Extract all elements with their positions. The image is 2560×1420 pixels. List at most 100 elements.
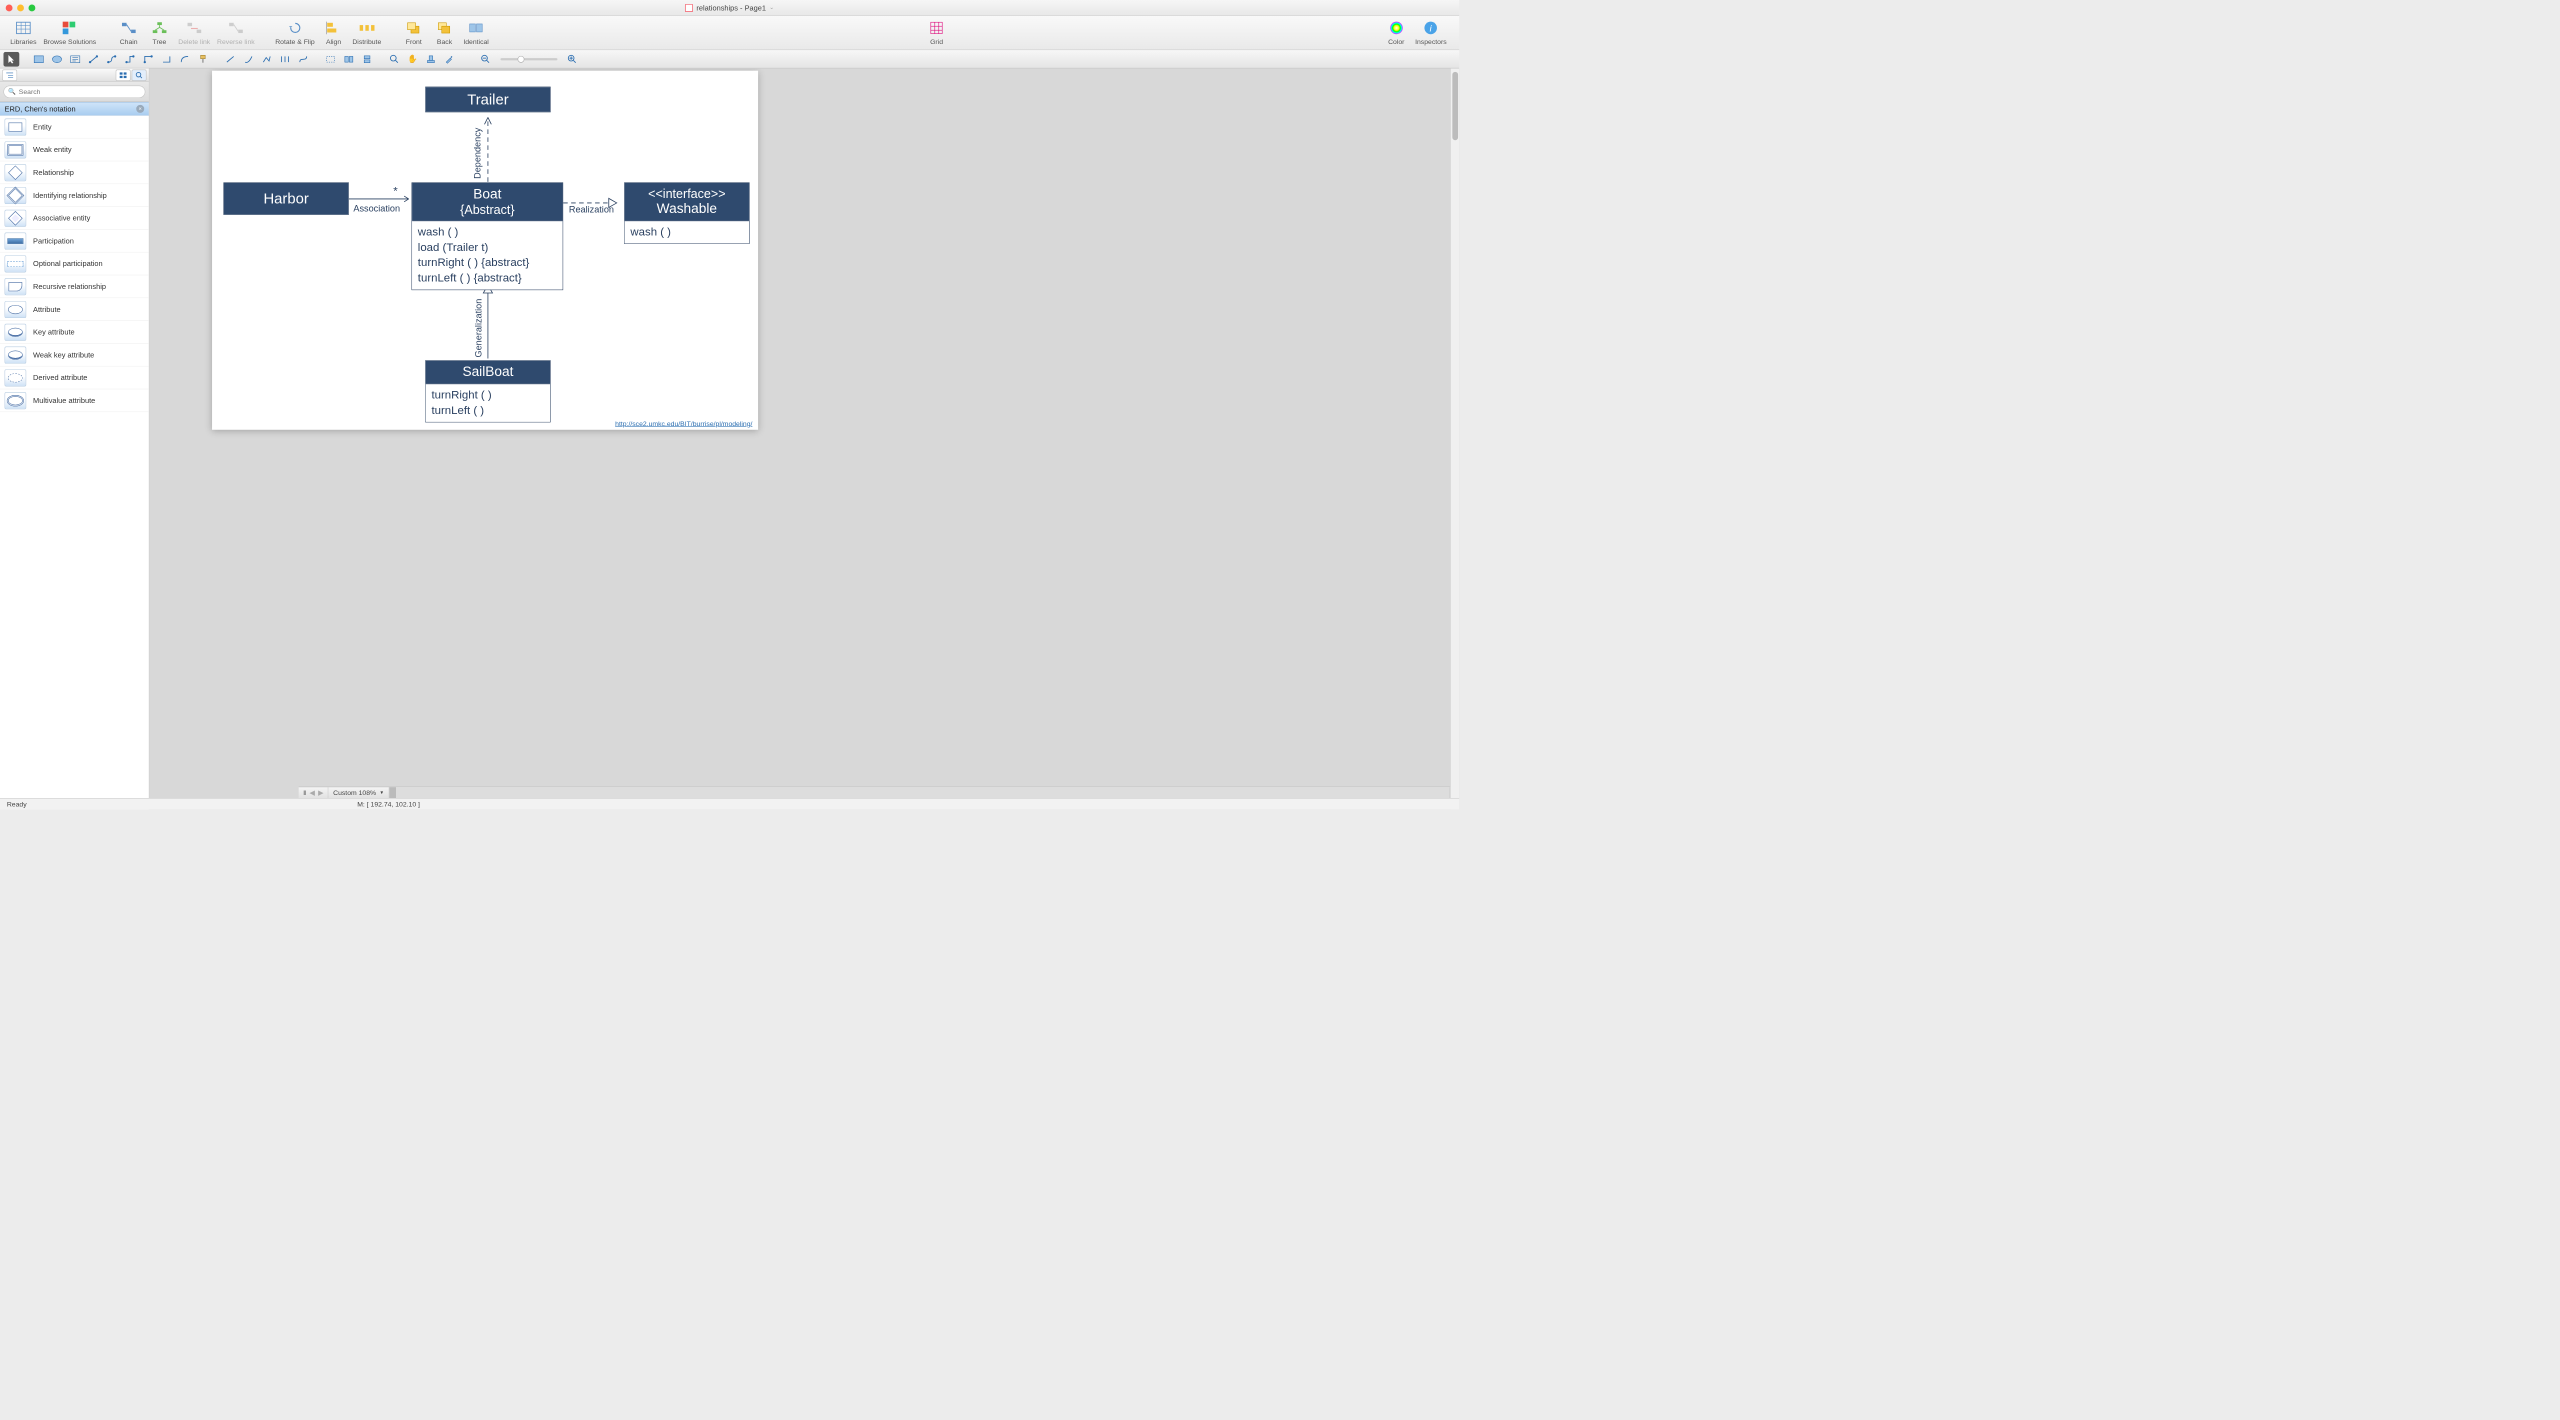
weak-entity-icon [5,141,27,158]
lib-item-relationship[interactable]: Relationship [0,161,149,184]
zoom-tool[interactable] [386,52,402,67]
lib-item-weak-key-attribute[interactable]: Weak key attribute [0,344,149,367]
lib-item-multivalue-attribute[interactable]: Multivalue attribute [0,389,149,412]
color-button[interactable]: Color [1381,19,1412,46]
node-washable[interactable]: <<interface>> Washable wash ( ) [624,182,749,244]
connector-4[interactable] [140,52,156,67]
close-window-button[interactable] [6,4,13,11]
boat-header: Boat {Abstract} [412,183,562,221]
canvas-scroll[interactable]: Trailer Harbor Boat {Abstract} wash ( ) … [149,68,1459,809]
line-tool-2[interactable] [241,52,257,67]
hscroll[interactable] [389,787,1450,798]
text-tool[interactable] [67,52,83,67]
close-library-icon[interactable]: × [136,105,144,113]
lib-item-identifying-relationship[interactable]: Identifying relationship [0,184,149,207]
pointer-tool[interactable] [3,52,19,67]
node-boat[interactable]: Boat {Abstract} wash ( ) load (Trailer t… [412,182,564,290]
paint-tool[interactable] [195,52,211,67]
rotate-flip-button[interactable]: Rotate & Flip [272,19,318,46]
connector-2[interactable] [104,52,120,67]
pan-tool[interactable]: ✋ [405,52,421,67]
participation-icon [5,232,27,249]
connector-5[interactable] [158,52,174,67]
node-sailboat[interactable]: SailBoat turnRight ( ) turnLeft ( ) [425,360,550,422]
line-tool-5[interactable] [295,52,311,67]
grid-icon [928,20,945,35]
sidebar-grid-icon[interactable] [116,69,131,80]
lib-item-weak-entity[interactable]: Weak entity [0,139,149,162]
lib-item-derived-attribute[interactable]: Derived attribute [0,367,149,390]
eyedropper-tool[interactable] [441,52,457,67]
tree-button[interactable]: Tree [144,19,175,46]
snap-tool-2[interactable] [341,52,357,67]
page-bar: ‖◀▶ Custom 108%▼ [299,787,1450,798]
page-nav[interactable]: ‖◀▶ [299,787,329,798]
footer-link[interactable]: http://sce2.umkc.edu/BIT/burrise/pl/mode… [615,420,752,428]
page[interactable]: Trailer Harbor Boat {Abstract} wash ( ) … [212,71,758,430]
sidebar-search-icon[interactable] [132,69,147,80]
lib-item-key-attribute[interactable]: Key attribute [0,321,149,344]
front-button[interactable]: Front [398,19,429,46]
lib-item-associative-entity[interactable]: Associative entity [0,207,149,230]
lib-item-entity[interactable]: Entity [0,116,149,139]
inspectors-button[interactable]: iInspectors [1412,19,1450,46]
trailer-title: Trailer [426,87,550,112]
chain-label: Chain [120,37,138,45]
zoom-slider[interactable] [500,58,557,60]
generalization-label: Generalization [474,299,484,358]
snap-tool-1[interactable] [323,52,339,67]
page-next-icon: ▶ [318,789,323,797]
chain-button[interactable]: Chain [113,19,144,46]
library-section-header[interactable]: ERD, Chen's notation × [0,102,149,116]
search-input[interactable] [3,86,145,99]
distribute-label: Distribute [352,37,381,45]
zoom-display[interactable]: Custom 108%▼ [329,787,390,798]
sidebar: ERD, Chen's notation × Entity Weak entit… [0,68,149,809]
identifying-relationship-icon [5,187,27,204]
lib-item-optional-participation[interactable]: Optional participation [0,253,149,276]
node-trailer[interactable]: Trailer [425,87,550,113]
zoom-in-button[interactable] [564,52,580,67]
zoom-window-button[interactable] [29,4,36,11]
grid-button[interactable]: Grid [921,19,952,46]
distribute-button[interactable]: Distribute [349,19,385,46]
zoom-thumb[interactable] [518,56,525,63]
line-tool-1[interactable] [222,52,238,67]
browse-solutions-button[interactable]: Browse Solutions [40,19,100,46]
minimize-window-button[interactable] [17,4,24,11]
window-title: relationships - Page1 ⌄ [685,3,774,12]
libraries-label: Libraries [10,37,36,45]
stamp-tool[interactable] [423,52,439,67]
lib-label: Recursive relationship [33,282,106,291]
connector-1[interactable] [86,52,102,67]
lib-item-participation[interactable]: Participation [0,230,149,253]
rotate-label: Rotate & Flip [275,37,315,45]
chevron-down-icon[interactable]: ⌄ [769,5,774,11]
dependency-label: Dependency [473,128,483,179]
vertical-scrollbar[interactable] [1450,68,1459,809]
line-tool-4[interactable] [277,52,293,67]
ellipse-tool[interactable] [49,52,65,67]
connector-6[interactable] [177,52,193,67]
identical-button[interactable]: Identical [460,19,492,46]
node-harbor[interactable]: Harbor [223,182,348,214]
lib-label: Derived attribute [33,373,87,382]
back-button[interactable]: Back [429,19,460,46]
library-title: ERD, Chen's notation [5,105,76,114]
connector-3[interactable] [122,52,138,67]
zoom-out-button[interactable] [478,52,494,67]
identical-label: Identical [463,37,488,45]
snap-tool-3[interactable] [359,52,375,67]
interface-stereo: <<interface>> [630,186,743,201]
lib-item-recursive-relationship[interactable]: Recursive relationship [0,275,149,298]
entity-icon [5,118,27,135]
lib-item-attribute[interactable]: Attribute [0,298,149,321]
sidebar-tree-icon[interactable] [2,69,17,80]
align-button[interactable]: Align [318,19,349,46]
document-icon [685,4,693,12]
rect-tool[interactable] [31,52,47,67]
libraries-button[interactable]: Libraries [7,19,40,46]
interface-name: Washable [630,201,743,217]
line-tool-3[interactable] [259,52,275,67]
canvas-area: Trailer Harbor Boat {Abstract} wash ( ) … [149,68,1459,809]
